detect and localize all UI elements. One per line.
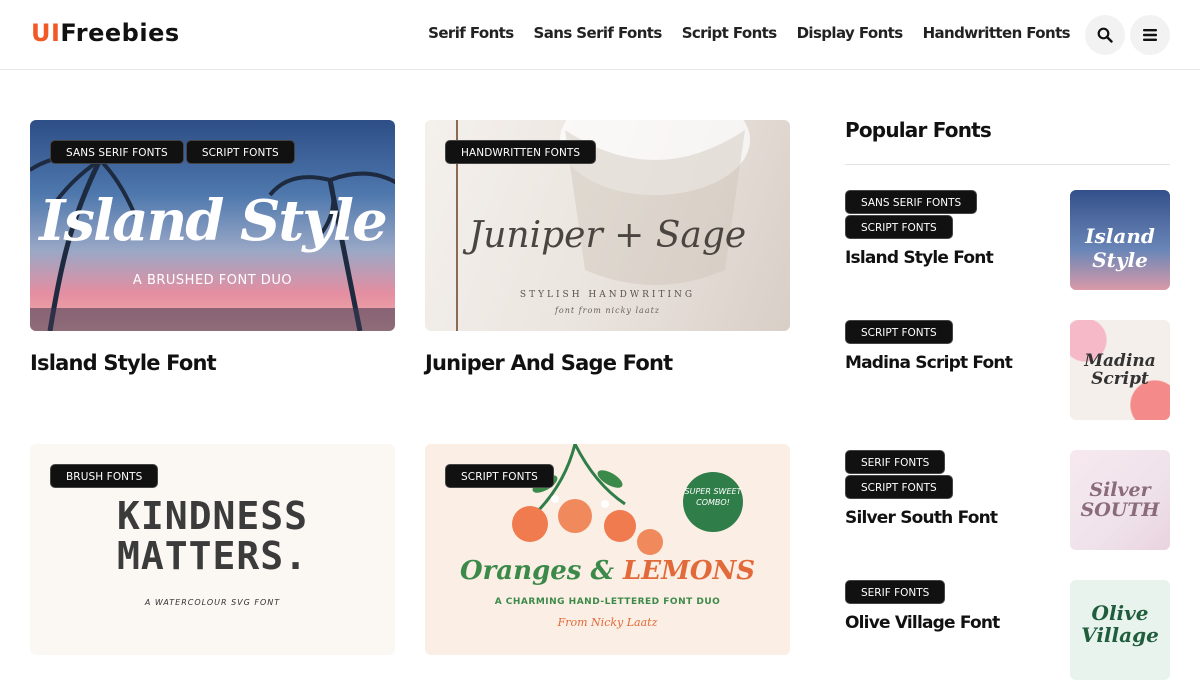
tag-script-fonts[interactable]: SCRIPT FONTS	[845, 475, 953, 499]
item-thumbnail[interactable]: Silver SOUTH	[1070, 450, 1170, 550]
art-title-line-2: MATTERS.	[116, 534, 309, 578]
tag-script-fonts[interactable]: SCRIPT FONTS	[845, 320, 953, 344]
card-thumbnail[interactable]: Juniper + Sage STYLISH HANDWRITING font …	[425, 120, 790, 331]
card-tags: SANS SERIF FONTS SCRIPT FONTS	[50, 140, 295, 164]
search-icon	[1097, 27, 1113, 43]
item-thumbnail[interactable]: Olive Village	[1070, 580, 1170, 680]
card-tags: BRUSH FONTS	[50, 464, 159, 488]
font-card[interactable]: SUPER SWEET COMBO! Oranges & LEMONS A CH…	[425, 444, 790, 655]
nav-display-fonts[interactable]: Display Fonts	[797, 24, 904, 42]
tag-handwritten-fonts[interactable]: HANDWRITTEN FONTS	[445, 140, 597, 164]
art-title: Oranges & LEMONS	[425, 556, 790, 586]
search-button[interactable]	[1085, 15, 1125, 55]
item-thumbnail[interactable]: Madina Script	[1070, 320, 1170, 420]
thumb-art-text: Madina Script	[1084, 351, 1156, 389]
art-subtitle: A BRUSHED FONT DUO	[132, 273, 293, 288]
item-thumbnail[interactable]: Island Style	[1070, 190, 1170, 290]
tag-brush-fonts[interactable]: BRUSH FONTS	[50, 464, 159, 488]
font-card[interactable]: Juniper + Sage STYLISH HANDWRITING font …	[425, 120, 790, 375]
tag-serif-fonts[interactable]: SERIF FONTS	[845, 450, 946, 474]
sidebar-divider	[845, 164, 1170, 165]
logo-ui: UI	[31, 19, 61, 47]
font-card[interactable]: KINDNESS MATTERS. A WATERCOLOUR SVG FONT…	[30, 444, 395, 655]
logo-freebies: Freebies	[60, 19, 180, 47]
menu-button[interactable]	[1130, 15, 1170, 55]
tag-sans-serif-fonts[interactable]: SANS SERIF FONTS	[845, 190, 978, 214]
tag-serif-fonts[interactable]: SERIF FONTS	[845, 580, 946, 604]
thumb-art-text: Silver SOUTH	[1080, 479, 1160, 521]
art-subtitle: A CHARMING HAND-LETTERED FONT DUO	[494, 597, 721, 607]
nav-sans-serif-fonts[interactable]: Sans Serif Fonts	[534, 24, 663, 42]
art-credit: From Nicky Laatz	[557, 616, 658, 629]
popular-font-item[interactable]: SERIF FONTS SCRIPT FONTS Silver South Fo…	[845, 450, 1170, 550]
art-title: Island Style	[39, 188, 387, 254]
popular-font-item[interactable]: SCRIPT FONTS Madina Script Font Madina S…	[845, 320, 1170, 420]
art-subtitle: A WATERCOLOUR SVG FONT	[144, 598, 281, 607]
art-title: KINDNESS MATTERS.	[30, 496, 395, 576]
art-title-part-1: Oranges &	[459, 556, 614, 586]
site-header: UIFreebies Serif Fonts Sans Serif Fonts …	[0, 0, 1200, 70]
nav-serif-fonts[interactable]: Serif Fonts	[428, 24, 514, 42]
card-thumbnail[interactable]: SUPER SWEET COMBO! Oranges & LEMONS A CH…	[425, 444, 790, 655]
art-credit: font from nicky laatz	[554, 306, 661, 315]
popular-font-item[interactable]: SERIF FONTS Olive Village Font Olive Vil…	[845, 580, 1170, 680]
thumb-art-text: Olive Village	[1081, 601, 1159, 647]
hamburger-menu-icon	[1143, 29, 1157, 41]
card-thumbnail[interactable]: Island Style A BRUSHED FONT DUO SANS SER…	[30, 120, 395, 331]
card-title[interactable]: Juniper And Sage Font	[425, 351, 790, 375]
site-logo[interactable]: UIFreebies	[31, 19, 180, 47]
card-title[interactable]: Island Style Font	[30, 351, 395, 375]
tag-script-fonts[interactable]: SCRIPT FONTS	[845, 215, 953, 239]
thumb-art-text: Island Style	[1085, 224, 1155, 272]
nav-handwritten-fonts[interactable]: Handwritten Fonts	[923, 24, 1071, 42]
art-title-part-2: LEMONS	[622, 556, 756, 586]
art-title-line-1: KINDNESS	[116, 494, 309, 538]
tag-script-fonts[interactable]: SCRIPT FONTS	[185, 140, 295, 164]
popular-font-item[interactable]: SANS SERIF FONTS SCRIPT FONTS Island Sty…	[845, 190, 1170, 290]
nav-script-fonts[interactable]: Script Fonts	[682, 24, 777, 42]
art-subtitle: STYLISH HANDWRITING	[519, 290, 696, 300]
card-tags: SCRIPT FONTS	[445, 464, 554, 488]
super-sweet-badge: SUPER SWEET COMBO!	[683, 472, 743, 532]
tag-script-fonts[interactable]: SCRIPT FONTS	[445, 464, 554, 488]
popular-fonts-heading: Popular Fonts	[845, 118, 992, 142]
card-tags: HANDWRITTEN FONTS	[445, 140, 597, 164]
tag-sans-serif-fonts[interactable]: SANS SERIF FONTS	[50, 140, 184, 164]
art-title: Juniper + Sage	[468, 215, 747, 256]
card-thumbnail[interactable]: KINDNESS MATTERS. A WATERCOLOUR SVG FONT…	[30, 444, 395, 655]
font-card[interactable]: Island Style A BRUSHED FONT DUO SANS SER…	[30, 120, 395, 375]
main-nav: Serif Fonts Sans Serif Fonts Script Font…	[408, 24, 1070, 42]
